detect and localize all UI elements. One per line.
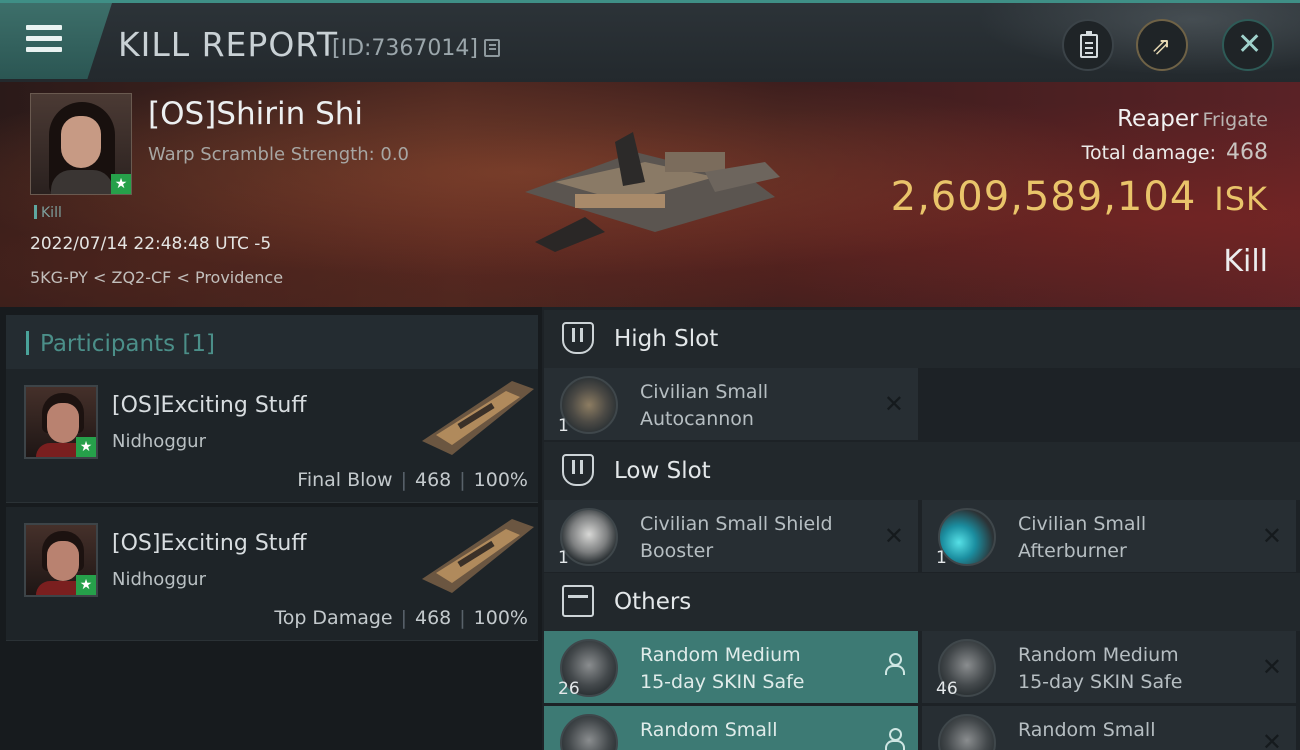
isk-value: 2,609,589,104 ISK [891,174,1268,220]
victim-ship-image [525,132,780,252]
share-button[interactable]: ⇗ [1136,19,1188,71]
corp-star-icon: ★ [76,437,96,457]
clipboard-icon [1080,31,1098,58]
share-icon: ⇗ [1151,32,1172,60]
destroyed-x-icon: ✕ [1261,653,1282,681]
menu-button[interactable] [0,3,112,79]
item-name: Civilian Small Shield Booster [640,513,833,562]
item-name: Random Small [640,719,778,741]
destroyed-x-icon: ✕ [883,390,904,418]
item-quantity: 1 [558,548,569,568]
close-icon: ✕ [1237,27,1263,62]
participant-portrait[interactable]: ★ [24,385,98,459]
others-label: Others [614,589,692,615]
item-name: Random Medium 15-day SKIN Safe [1018,644,1183,693]
warp-scramble-strength: Warp Scramble Strength: 0.0 [148,144,410,165]
ship-name: Reaper [1117,106,1199,132]
fitting-item[interactable]: 46 Random Medium 15-day SKIN Safe ✕ [922,631,1296,703]
fitting-item[interactable]: 1 Civilian Small Afterburner ✕ [922,500,1296,572]
destroyed-x-icon: ✕ [1261,522,1282,550]
dropped-person-icon [884,728,905,750]
total-damage: Total damage: 468 [1082,140,1268,165]
fitting-item[interactable]: Random Small [544,706,918,750]
victim-portrait[interactable]: ★ [30,93,132,195]
item-name: Civilian Small Afterburner [1018,513,1147,562]
participant-ship: Nidhoggur [112,431,206,452]
corp-star-icon: ★ [111,174,131,194]
page-title: KILL REPORT [118,25,338,64]
victim-name[interactable]: [OS]Shirin Shi [148,96,363,132]
participant-percent: 100% [473,607,528,629]
kill-location: 5KG-PY < ZQ2-CF < Providence [30,268,284,287]
hamburger-menu-icon [26,25,62,55]
participants-panel: Participants [1] ★ [OS]Exciting Stuff Ni… [0,307,542,750]
isk-unit: ISK [1214,180,1268,218]
skin-safe-icon [560,714,618,750]
participant-portrait[interactable]: ★ [24,523,98,597]
participant-stats: Top Damage | 468 | 100% [274,607,528,629]
high-slot-label: High Slot [614,326,719,352]
total-damage-value: 468 [1226,140,1268,165]
fitting-item[interactable]: 26 Random Medium 15-day SKIN Safe [544,631,918,703]
item-quantity: 26 [558,679,580,699]
participant-ship-image [422,519,534,593]
victim-ship-type[interactable]: Reaper Frigate [1117,106,1268,132]
high-slot-icon [562,322,594,354]
participant-row[interactable]: ★ [OS]Exciting Stuff Nidhoggur Top Damag… [6,507,538,641]
isk-amount: 2,609,589,104 [890,174,1197,220]
fittings-panel: High Slot 1 Civilian Small Autocannon ✕ … [542,307,1300,750]
item-name: Random Small [1018,719,1156,741]
item-name: Civilian Small Autocannon [640,381,769,430]
copy-icon[interactable] [484,39,500,57]
item-quantity: 1 [558,416,569,436]
report-button[interactable] [1062,19,1114,71]
destroyed-x-icon: ✕ [883,522,904,550]
participant-role: Final Blow [297,469,393,491]
corp-star-icon: ★ [76,575,96,595]
others-header: Others [544,573,1300,631]
kill-datetime: 2022/07/14 22:48:48 UTC -5 [30,234,272,254]
item-quantity: 46 [936,679,958,699]
total-damage-label: Total damage: [1081,142,1216,164]
participant-ship: Nidhoggur [112,569,206,590]
dropped-person-icon [884,653,905,675]
participant-stats: Final Blow | 468 | 100% [297,469,528,491]
victim-banner: ★ [OS]Shirin Shi Warp Scramble Strength:… [0,82,1300,307]
fitting-item[interactable]: 1 Civilian Small Autocannon ✕ [544,368,918,440]
participant-damage: 468 [415,607,452,629]
skin-safe-icon [938,714,996,750]
kill-tag: Kill [34,205,62,221]
low-slot-label: Low Slot [614,458,711,484]
ship-class: Frigate [1202,109,1268,131]
item-name: Random Medium 15-day SKIN Safe [640,644,805,693]
participant-name: [OS]Exciting Stuff [112,393,307,418]
report-id: [ID:7367014] [332,36,478,61]
participants-title: Participants [1] [40,331,215,357]
participant-percent: 100% [473,469,528,491]
destroyed-x-icon: ✕ [1261,728,1282,750]
participant-row[interactable]: ★ [OS]Exciting Stuff Nidhoggur Final Blo… [6,369,538,503]
low-slot-header: Low Slot [544,442,1300,500]
close-button[interactable]: ✕ [1222,19,1274,71]
item-quantity: 1 [936,548,947,568]
participant-ship-image [422,381,534,455]
participant-name: [OS]Exciting Stuff [112,531,307,556]
cargo-box-icon [562,585,594,617]
low-slot-icon [562,454,594,486]
participant-role: Top Damage [274,607,393,629]
fitting-item[interactable]: 1 Civilian Small Shield Booster ✕ [544,500,918,572]
participants-header[interactable]: Participants [1] [6,315,538,371]
fitting-item[interactable]: Random Small ✕ [922,706,1296,750]
title-bar: KILL REPORT [ID:7367014] ⇗ ✕ [0,0,1300,85]
high-slot-header: High Slot [544,310,1300,368]
participant-damage: 468 [415,469,452,491]
result-label: Kill [1223,244,1268,279]
